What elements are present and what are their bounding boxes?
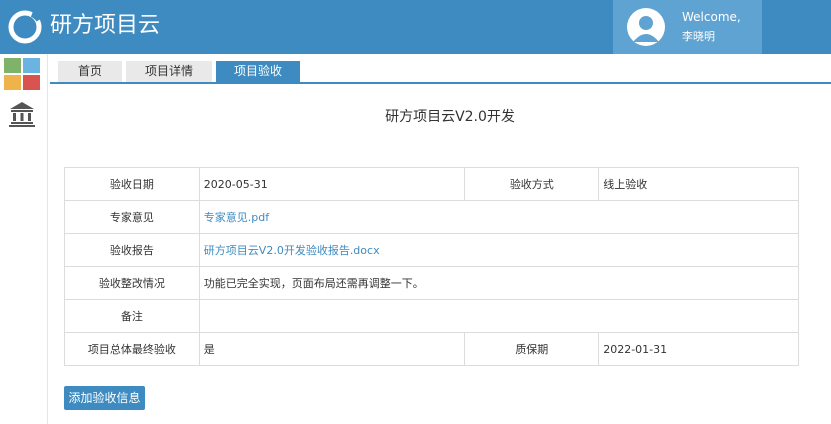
- acceptance-report-label: 验收报告: [64, 233, 200, 267]
- table-row: 验收报告 研方项目云V2.0开发验收报告.docx: [64, 233, 800, 267]
- expert-opinion-label: 专家意见: [64, 200, 200, 234]
- rectification-value: 功能已完全实现，页面布局还需再调整一下。: [198, 266, 800, 300]
- acceptance-date-label: 验收日期: [64, 167, 200, 201]
- main-content: 研方项目云V2.0开发 验收日期 2020-05-31 验收方式 线上验收 专家…: [50, 84, 831, 424]
- final-acceptance-label: 项目总体最终验收: [64, 332, 200, 366]
- logo-icon: [8, 10, 42, 44]
- tile-red: [23, 75, 40, 90]
- tile-blue: [23, 58, 40, 73]
- tile-orange: [4, 75, 21, 90]
- acceptance-date-value: 2020-05-31: [198, 167, 466, 201]
- tab-bar: 首页 项目详情 项目验收: [50, 58, 831, 84]
- acceptance-table: 验收日期 2020-05-31 验收方式 线上验收 专家意见 专家意见.pdf …: [64, 167, 800, 366]
- tile-green: [4, 58, 21, 73]
- bank-icon[interactable]: [8, 100, 36, 128]
- expert-opinion-file-link[interactable]: 专家意见.pdf: [204, 211, 269, 224]
- warranty-value: 2022-01-31: [598, 332, 799, 366]
- tab-project-acceptance[interactable]: 项目验收: [216, 61, 300, 82]
- apps-grid-icon[interactable]: [4, 58, 42, 94]
- acceptance-method-label: 验收方式: [464, 167, 600, 201]
- welcome-text: Welcome,: [682, 10, 741, 24]
- app-title: 研方项目云: [50, 13, 161, 38]
- table-row: 备注: [64, 299, 800, 333]
- tab-home[interactable]: 首页: [58, 61, 122, 82]
- add-acceptance-info-button[interactable]: 添加验收信息: [64, 386, 145, 410]
- table-row: 验收日期 2020-05-31 验收方式 线上验收: [64, 167, 799, 201]
- acceptance-report-file-link[interactable]: 研方项目云V2.0开发验收报告.docx: [204, 244, 380, 257]
- expert-opinion-cell: 专家意见.pdf: [198, 200, 800, 234]
- rectification-label: 验收整改情况: [64, 266, 200, 300]
- top-header: 研方项目云 Welcome, 李晓明: [0, 0, 831, 54]
- user-name: 李晓明: [682, 30, 715, 43]
- user-panel[interactable]: Welcome, 李晓明: [613, 0, 762, 54]
- table-row: 项目总体最终验收 是 质保期 2022-01-31: [64, 332, 799, 366]
- document-title: 研方项目云V2.0开发: [385, 109, 515, 125]
- acceptance-method-value: 线上验收: [598, 167, 799, 201]
- remark-label: 备注: [64, 299, 200, 333]
- sidebar: [0, 54, 48, 424]
- acceptance-report-cell: 研方项目云V2.0开发验收报告.docx: [198, 233, 800, 267]
- warranty-label: 质保期: [464, 332, 600, 366]
- table-row: 专家意见 专家意见.pdf: [64, 200, 800, 234]
- tab-project-details[interactable]: 项目详情: [126, 61, 212, 82]
- user-avatar-icon: [627, 8, 665, 46]
- remark-value: [198, 299, 800, 333]
- table-row: 验收整改情况 功能已完全实现，页面布局还需再调整一下。: [64, 266, 800, 300]
- final-acceptance-value: 是: [198, 332, 466, 366]
